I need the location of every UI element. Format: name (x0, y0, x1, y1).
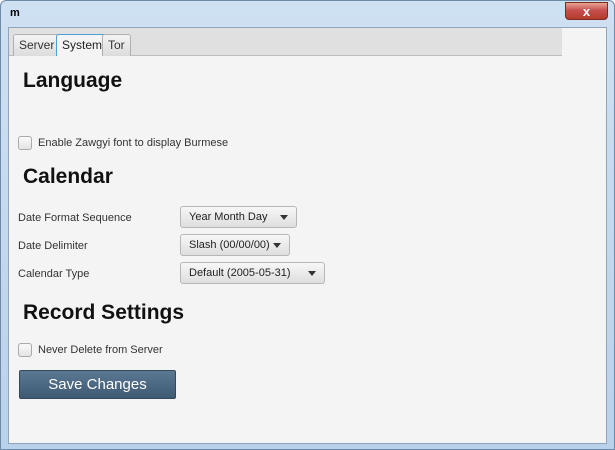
chevron-down-icon (280, 214, 288, 220)
chevron-down-icon (273, 242, 281, 248)
never-delete-checkbox-row[interactable]: Never Delete from Server (18, 343, 163, 357)
language-heading: Language (23, 69, 123, 92)
window-title: m (10, 7, 20, 19)
zawgyi-checkbox[interactable] (18, 136, 32, 150)
date-delimiter-label: Date Delimiter (18, 240, 88, 252)
date-delimiter-select[interactable]: Slash (00/00/00) (180, 234, 290, 256)
calendar-type-value: Default (2005-05-31) (189, 267, 291, 279)
record-settings-heading: Record Settings (23, 301, 185, 324)
date-format-label: Date Format Sequence (18, 212, 132, 224)
zawgyi-checkbox-row[interactable]: Enable Zawgyi font to display Burmese (18, 136, 228, 150)
tab-server-label: Server (19, 38, 55, 52)
date-format-select[interactable]: Year Month Day (180, 206, 297, 228)
never-delete-checkbox[interactable] (18, 343, 32, 357)
close-icon: x (582, 3, 591, 19)
tab-system-label: System (62, 38, 103, 52)
calendar-type-select[interactable]: Default (2005-05-31) (180, 262, 325, 284)
date-format-value: Year Month Day (189, 211, 268, 223)
date-delimiter-value: Slash (00/00/00) (189, 239, 270, 251)
app-window: m x Server System Tor Language Enable Za… (0, 0, 615, 450)
save-changes-button[interactable]: Save Changes (19, 370, 176, 399)
calendar-type-label: Calendar Type (18, 268, 90, 280)
close-button[interactable]: x (565, 2, 608, 20)
tab-tor[interactable]: Tor (102, 34, 131, 56)
system-tab-content: Language Enable Zawgyi font to display B… (9, 56, 606, 443)
tab-server[interactable]: Server (13, 34, 61, 56)
calendar-heading: Calendar (23, 165, 113, 188)
never-delete-label: Never Delete from Server (38, 344, 163, 356)
title-bar[interactable]: m x (1, 1, 614, 27)
tab-tor-label: Tor (108, 38, 125, 52)
zawgyi-label: Enable Zawgyi font to display Burmese (38, 137, 229, 149)
chevron-down-icon (308, 270, 316, 276)
client-area: Server System Tor Language Enable Zawgyi… (8, 27, 607, 444)
tab-system[interactable]: System (56, 34, 109, 57)
tab-bar: Server System Tor (9, 28, 562, 57)
